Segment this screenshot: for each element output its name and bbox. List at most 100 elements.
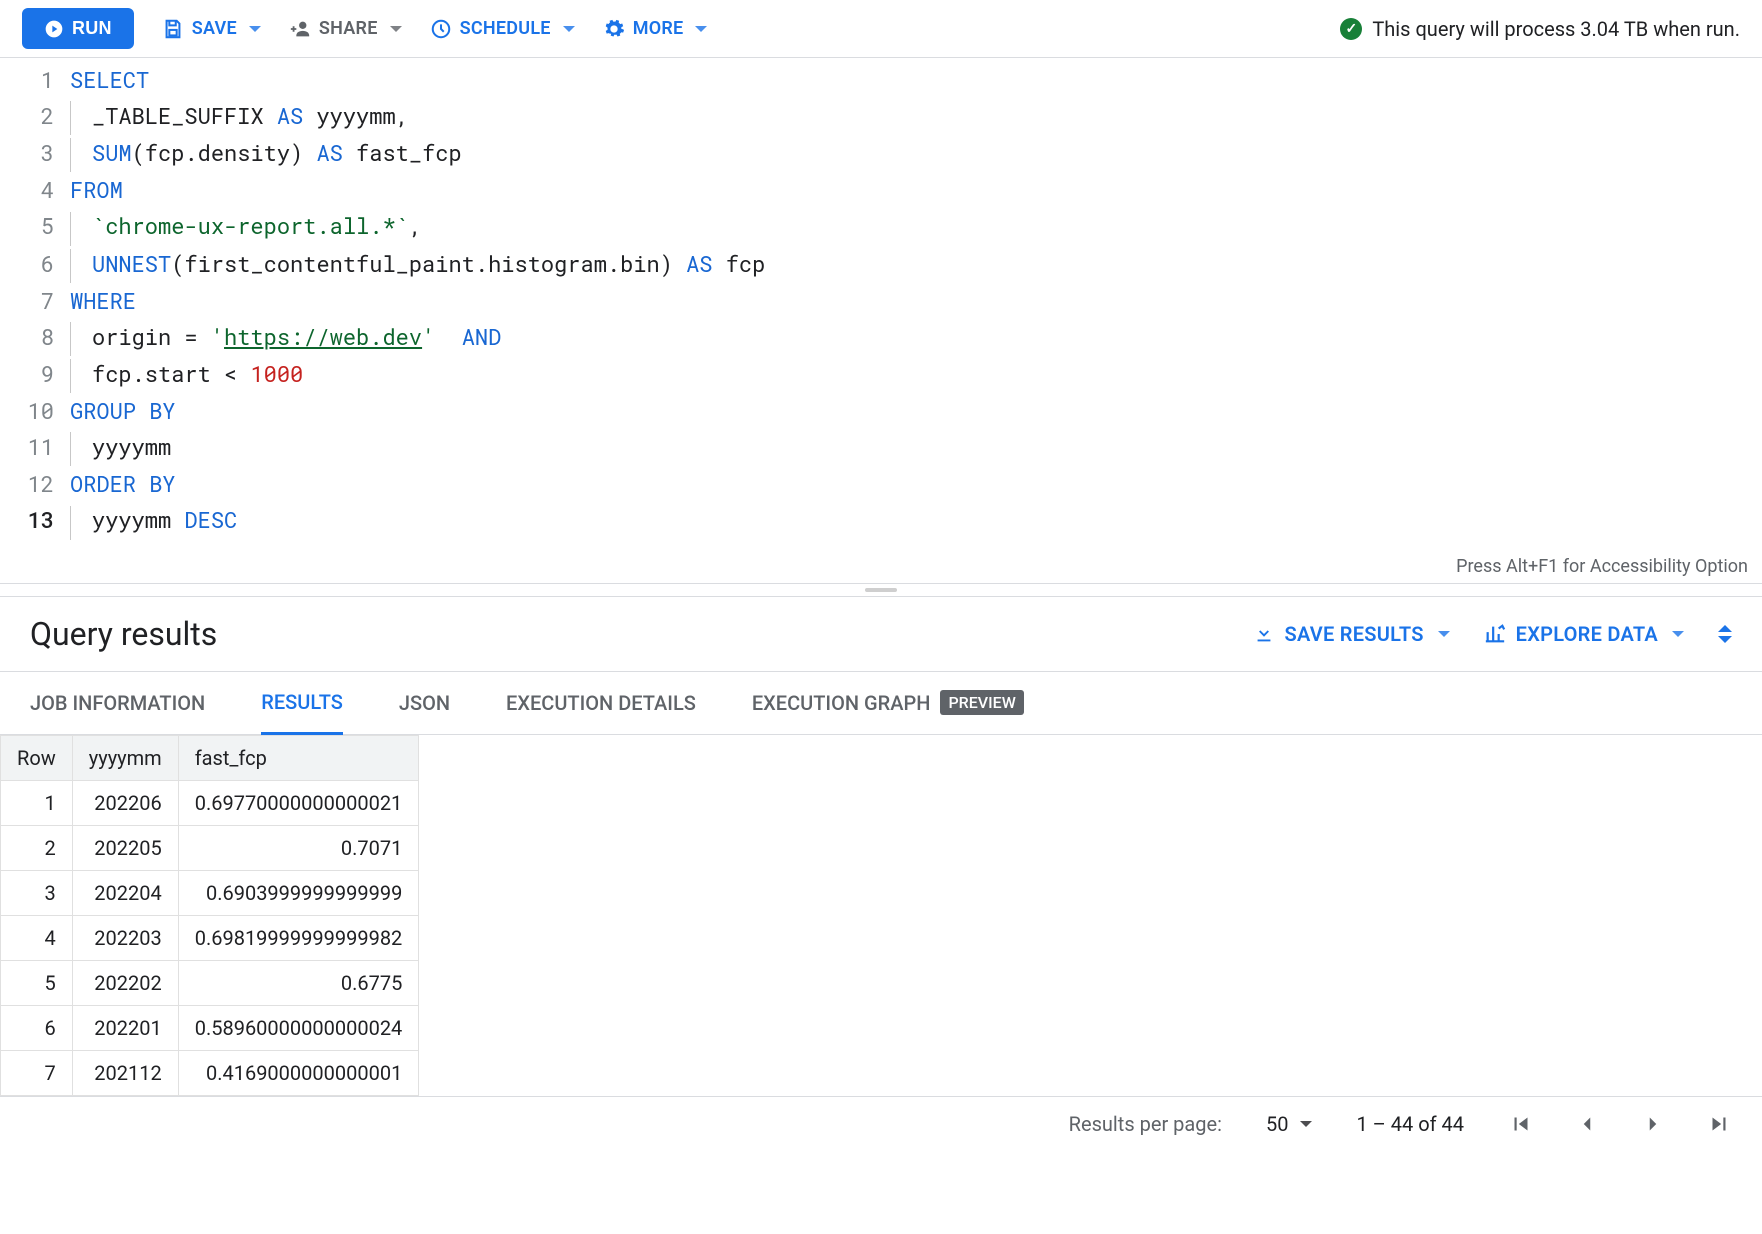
code-content: fcp.start < 1000	[70, 356, 303, 393]
caret-down-icon	[563, 26, 575, 32]
line-number: 4	[0, 172, 70, 208]
editor-line[interactable]: 11yyyymm	[0, 429, 1762, 466]
table-cell: 202205	[72, 825, 178, 870]
table-cell: 1	[1, 780, 73, 825]
caret-down-icon	[695, 26, 707, 32]
first-page-icon	[1508, 1111, 1534, 1137]
table-cell: 3	[1, 870, 73, 915]
download-icon	[1253, 623, 1275, 645]
code-content: SELECT	[70, 62, 149, 98]
editor-line[interactable]: 12ORDER BY	[0, 466, 1762, 502]
first-page-button[interactable]	[1508, 1111, 1534, 1137]
last-page-button[interactable]	[1706, 1111, 1732, 1137]
pane-resizer[interactable]	[0, 583, 1762, 597]
tab-execution-graph-label: EXECUTION GRAPH	[752, 691, 931, 715]
toolbar: RUN SAVE SHARE SCHEDULE MORE ✓ This quer…	[0, 0, 1762, 58]
code-content: `chrome-ux-report.all.*`,	[70, 208, 422, 245]
table-cell: 0.4169000000000001	[178, 1050, 419, 1095]
editor-line[interactable]: 5`chrome-ux-report.all.*`,	[0, 208, 1762, 245]
save-results-button[interactable]: SAVE RESULTS	[1253, 622, 1450, 646]
per-page-label: Results per page:	[1069, 1112, 1222, 1136]
results-title: Query results	[30, 615, 217, 653]
tab-execution-details[interactable]: EXECUTION DETAILS	[506, 672, 696, 734]
results-table-wrap[interactable]: Rowyyyymmfast_fcp12022060.69770000000000…	[0, 735, 1762, 1096]
tab-results[interactable]: RESULTS	[261, 672, 343, 735]
table-cell: 7	[1, 1050, 73, 1095]
column-header[interactable]: yyyymm	[72, 735, 178, 780]
sql-editor[interactable]: 1SELECT2_TABLE_SUFFIX AS yyyymm,3SUM(fcp…	[0, 58, 1762, 550]
next-page-button[interactable]	[1640, 1111, 1666, 1137]
table-row[interactable]: 72021120.4169000000000001	[1, 1050, 419, 1095]
code-content: _TABLE_SUFFIX AS yyyymm,	[70, 98, 409, 135]
line-number: 8	[0, 319, 70, 356]
explore-data-label: EXPLORE DATA	[1516, 622, 1658, 646]
more-label: MORE	[633, 18, 684, 39]
line-number: 5	[0, 208, 70, 245]
line-number: 10	[0, 393, 70, 429]
tab-json[interactable]: JSON	[399, 672, 450, 734]
chevron-right-icon	[1640, 1111, 1666, 1137]
results-table: Rowyyyymmfast_fcp12022060.69770000000000…	[0, 735, 419, 1096]
table-cell: 5	[1, 960, 73, 1005]
per-page-value: 50	[1266, 1112, 1288, 1136]
tab-job-information[interactable]: JOB INFORMATION	[30, 672, 205, 734]
table-cell: 2	[1, 825, 73, 870]
editor-line[interactable]: 10GROUP BY	[0, 393, 1762, 429]
tab-execution-graph[interactable]: EXECUTION GRAPH PREVIEW	[752, 672, 1024, 734]
schedule-button[interactable]: SCHEDULE	[430, 18, 575, 40]
column-header[interactable]: Row	[1, 735, 73, 780]
chart-icon	[1484, 623, 1506, 645]
table-cell: 202202	[72, 960, 178, 1005]
editor-line[interactable]: 7WHERE	[0, 283, 1762, 319]
editor-line[interactable]: 2_TABLE_SUFFIX AS yyyymm,	[0, 98, 1762, 135]
results-header: Query results SAVE RESULTS EXPLORE DATA	[0, 597, 1762, 672]
table-row[interactable]: 52022020.6775	[1, 960, 419, 1005]
table-cell: 202206	[72, 780, 178, 825]
run-button[interactable]: RUN	[22, 8, 134, 49]
caret-down-icon	[1438, 631, 1450, 637]
chevron-down-icon	[1718, 636, 1732, 643]
code-content: UNNEST(first_contentful_paint.histogram.…	[70, 246, 765, 283]
line-number: 13	[0, 502, 70, 539]
editor-line[interactable]: 6UNNEST(first_contentful_paint.histogram…	[0, 246, 1762, 283]
code-content: WHERE	[70, 283, 136, 319]
table-row[interactable]: 22022050.7071	[1, 825, 419, 870]
more-button[interactable]: MORE	[603, 18, 708, 40]
table-cell: 0.7071	[178, 825, 419, 870]
editor-line[interactable]: 8origin = 'https://web.dev' AND	[0, 319, 1762, 356]
table-cell: 0.69819999999999982	[178, 915, 419, 960]
per-page-select[interactable]: 50	[1266, 1112, 1312, 1136]
table-row[interactable]: 32022040.6903999999999999	[1, 870, 419, 915]
status-text: This query will process 3.04 TB when run…	[1372, 17, 1740, 41]
editor-line[interactable]: 13yyyymm DESC	[0, 502, 1762, 539]
caret-down-icon	[1672, 631, 1684, 637]
table-cell: 0.6903999999999999	[178, 870, 419, 915]
check-circle-icon: ✓	[1340, 18, 1362, 40]
prev-page-button[interactable]	[1574, 1111, 1600, 1137]
expand-collapse-button[interactable]	[1718, 625, 1732, 643]
save-button[interactable]: SAVE	[162, 18, 261, 40]
person-add-icon	[289, 18, 311, 40]
table-cell: 202201	[72, 1005, 178, 1050]
chevron-left-icon	[1574, 1111, 1600, 1137]
code-content: yyyymm	[70, 429, 171, 466]
line-number: 1	[0, 62, 70, 98]
share-button[interactable]: SHARE	[289, 18, 402, 40]
code-content: GROUP BY	[70, 393, 176, 429]
editor-line[interactable]: 1SELECT	[0, 62, 1762, 98]
grip-icon	[865, 588, 897, 592]
schedule-label: SCHEDULE	[460, 18, 551, 39]
table-row[interactable]: 62022010.58960000000000024	[1, 1005, 419, 1050]
page-range: 1 – 44 of 44	[1356, 1112, 1464, 1136]
line-number: 9	[0, 356, 70, 393]
table-cell: 0.6775	[178, 960, 419, 1005]
editor-line[interactable]: 4FROM	[0, 172, 1762, 208]
save-results-label: SAVE RESULTS	[1285, 622, 1424, 646]
table-row[interactable]: 42022030.69819999999999982	[1, 915, 419, 960]
editor-line[interactable]: 9fcp.start < 1000	[0, 356, 1762, 393]
table-row[interactable]: 12022060.69770000000000021	[1, 780, 419, 825]
editor-line[interactable]: 3SUM(fcp.density) AS fast_fcp	[0, 135, 1762, 172]
column-header[interactable]: fast_fcp	[178, 735, 419, 780]
accessibility-hint: Press Alt+F1 for Accessibility Option	[0, 550, 1762, 583]
explore-data-button[interactable]: EXPLORE DATA	[1484, 622, 1684, 646]
